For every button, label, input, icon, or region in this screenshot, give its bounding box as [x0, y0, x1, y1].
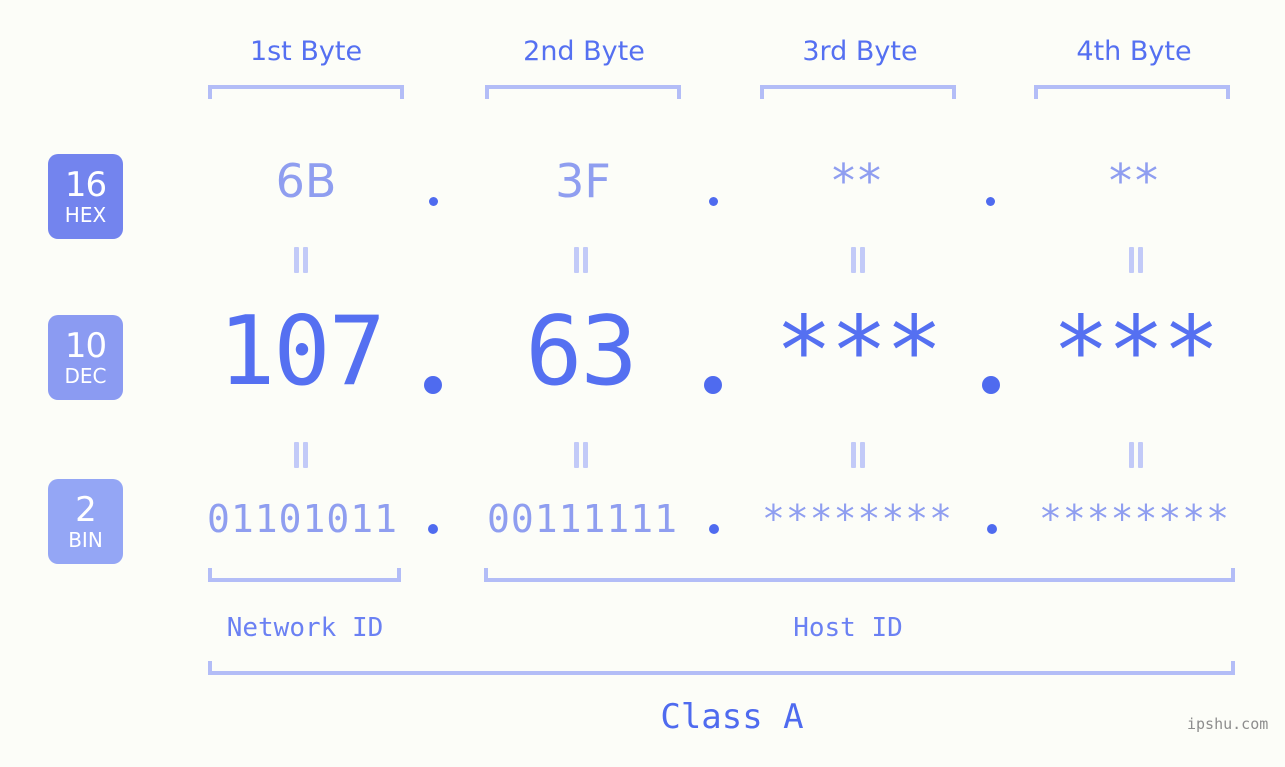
equals-icon-hex-dec-3: [851, 247, 865, 273]
base-badge-bin[interactable]: 2 BIN: [48, 479, 123, 564]
class-label: Class A: [660, 697, 804, 737]
base-badge-hex-number: 16: [64, 165, 107, 205]
bin-byte-3: ********: [761, 497, 954, 541]
dec-byte-4: ***: [1052, 297, 1220, 407]
hex-separator-dot-1: [429, 197, 438, 206]
dec-separator-dot-1: [424, 376, 442, 394]
equals-icon-hex-dec-2: [574, 247, 588, 273]
equals-icon-dec-bin-2: [574, 442, 588, 468]
bin-separator-dot-3: [987, 524, 997, 534]
byte-header-label-4: 4th Byte: [1076, 36, 1192, 67]
base-badge-bin-name: BIN: [68, 528, 103, 552]
hex-byte-2: 3F: [555, 154, 611, 208]
equals-icon-dec-bin-1: [294, 442, 308, 468]
hex-byte-3: **: [832, 154, 884, 208]
bin-separator-dot-1: [428, 524, 438, 534]
dec-byte-1: 107: [218, 297, 386, 407]
bin-separator-dot-2: [709, 524, 719, 534]
byte-bracket-4: [1034, 85, 1230, 99]
dec-separator-dot-2: [704, 376, 722, 394]
dec-byte-2: 63: [525, 297, 637, 407]
class-bracket: [208, 661, 1235, 675]
equals-icon-hex-dec-4: [1129, 247, 1143, 273]
dec-separator-dot-3: [982, 376, 1000, 394]
hex-separator-dot-3: [986, 197, 995, 206]
base-badge-bin-number: 2: [75, 490, 97, 530]
byte-header-label-1: 1st Byte: [249, 36, 363, 67]
site-watermark: ipshu.com: [1187, 715, 1269, 733]
equals-icon-dec-bin-3: [851, 442, 865, 468]
base-badge-dec-number: 10: [64, 326, 107, 366]
base-badge-dec-name: DEC: [64, 364, 107, 388]
bin-byte-4: ********: [1038, 497, 1231, 541]
host-id-bracket: [484, 568, 1235, 582]
dec-byte-3: ***: [775, 297, 943, 407]
network-id-label: Network ID: [226, 613, 384, 643]
byte-header-label-3: 3rd Byte: [802, 36, 918, 67]
bin-byte-2: 00111111: [486, 497, 679, 541]
base-badge-hex[interactable]: 16 HEX: [48, 154, 123, 239]
base-badge-hex-name: HEX: [64, 203, 107, 227]
hex-byte-4: **: [1109, 154, 1161, 208]
ip-address-breakdown-diagram: 1st Byte 2nd Byte 3rd Byte 4th Byte 16 H…: [0, 0, 1285, 767]
host-id-label: Host ID: [793, 613, 903, 643]
equals-icon-dec-bin-4: [1129, 442, 1143, 468]
equals-icon-hex-dec-1: [294, 247, 308, 273]
byte-header-label-2: 2nd Byte: [523, 36, 645, 67]
hex-byte-1: 6B: [275, 154, 337, 208]
bin-byte-1: 01101011: [206, 497, 399, 541]
byte-bracket-1: [208, 85, 404, 99]
network-id-bracket: [208, 568, 401, 582]
hex-separator-dot-2: [709, 197, 718, 206]
byte-bracket-2: [485, 85, 681, 99]
base-badge-dec[interactable]: 10 DEC: [48, 315, 123, 400]
byte-bracket-3: [760, 85, 956, 99]
